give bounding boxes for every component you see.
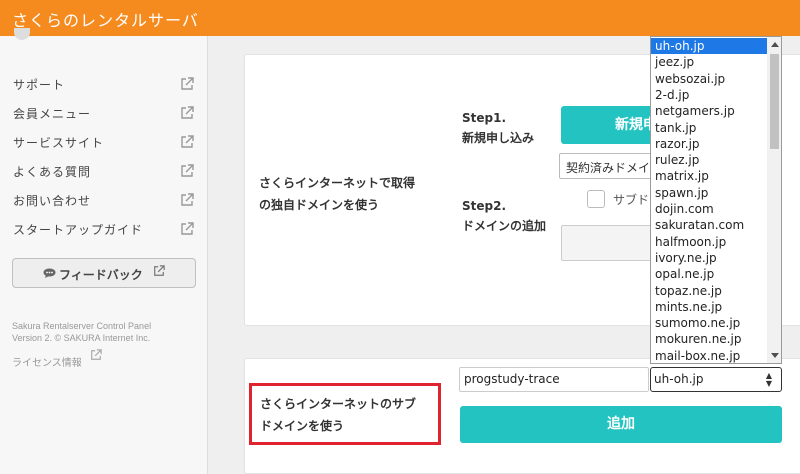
domain-select-value: uh-oh.jp: [654, 372, 704, 386]
sidebar-item-service-site[interactable]: サービスサイト: [0, 128, 208, 157]
step2-label: Step2. ドメインの追加: [462, 196, 546, 236]
step1-label: Step1. 新規申し込み: [462, 108, 534, 148]
domain-option[interactable]: dojin.com: [651, 201, 767, 217]
app-title: さくらのレンタルサーバ: [12, 11, 199, 30]
domain-dropdown-list[interactable]: uh-oh.jp jeez.jp websozai.jp 2-d.jp netg…: [650, 36, 782, 364]
contracted-domain-select[interactable]: 契約済みドメイン: [559, 153, 659, 179]
domain-option[interactable]: websozai.jp: [651, 71, 767, 87]
subdomain-input[interactable]: progstudy-trace: [459, 367, 649, 392]
external-link-icon: [181, 77, 194, 90]
domain-add-input[interactable]: [561, 225, 661, 261]
domain-option[interactable]: mints.ne.jp: [651, 299, 767, 315]
subdomain-checkbox-label: サブド: [613, 193, 650, 207]
domain-option[interactable]: jeez.jp: [651, 54, 767, 70]
license-link[interactable]: ライセンス情報: [12, 354, 82, 369]
domain-option[interactable]: mail-box.ne.jp: [651, 348, 767, 363]
external-link-icon: [181, 193, 194, 206]
domain-option[interactable]: 2-d.jp: [651, 87, 767, 103]
subdomain-label-line: ドメインを使う: [260, 419, 345, 433]
domain-option[interactable]: spawn.jp: [651, 185, 767, 201]
sidebar-item-label: 会員メニュー: [13, 107, 92, 121]
sakura-subdomain-label: さくらインターネットのサブ ドメインを使う: [249, 383, 441, 445]
domain-option[interactable]: halfmoon.jp: [651, 234, 767, 250]
external-link-icon: [181, 222, 194, 235]
feedback-button[interactable]: フィードバック: [12, 258, 196, 288]
add-button[interactable]: 追加: [460, 406, 782, 443]
scroll-down-icon[interactable]: [771, 353, 779, 358]
own-domain-label-line: さくらインターネットで取得: [259, 176, 416, 190]
select-arrows-icon: ▲ ▼: [765, 371, 772, 388]
footer-version: Version 2. © SAKURA Internet Inc.: [12, 333, 151, 343]
domain-option[interactable]: netgamers.jp: [651, 103, 767, 119]
feedback-label: フィードバック: [59, 268, 143, 282]
sidebar-item-startup-guide[interactable]: スタートアップガイド: [0, 215, 208, 244]
avatar: [14, 28, 30, 40]
app-header: さくらのレンタルサーバ: [0, 0, 800, 36]
external-link-icon: [181, 106, 194, 119]
sidebar-item-label: スタートアップガイド: [13, 223, 144, 237]
external-link-icon: [154, 265, 165, 276]
domain-option[interactable]: matrix.jp: [651, 168, 767, 184]
domain-option[interactable]: mokuren.ne.jp: [651, 331, 767, 347]
step2-title: Step2.: [462, 199, 507, 213]
external-link-icon: [181, 164, 194, 177]
step2-subtitle: ドメインの追加: [462, 219, 547, 233]
domain-option[interactable]: razor.jp: [651, 136, 767, 152]
sidebar-item-label: サポート: [13, 78, 66, 92]
sidebar-item-support[interactable]: サポート: [0, 70, 208, 99]
domain-option[interactable]: uh-oh.jp: [651, 38, 767, 55]
domain-option[interactable]: opal.ne.jp: [651, 266, 767, 282]
subdomain-label-line: さくらインターネットのサブ: [260, 397, 417, 411]
own-domain-label-line: の独自ドメインを使う: [259, 198, 380, 212]
domain-option[interactable]: topaz.ne.jp: [651, 283, 767, 299]
step1-subtitle: 新規申し込み: [462, 131, 535, 145]
sidebar-item-member-menu[interactable]: 会員メニュー: [0, 99, 208, 128]
sakura-subdomain-label-text: さくらインターネットのサブ ドメインを使う: [260, 393, 416, 437]
external-link-icon: [91, 349, 102, 360]
domain-select[interactable]: uh-oh.jp ▲ ▼: [650, 367, 782, 392]
sidebar-item-label: よくある質問: [13, 165, 92, 179]
domain-option[interactable]: sumomo.ne.jp: [651, 315, 767, 331]
sidebar: サポート 会員メニュー サービスサイト よくある質問 お問い合わせ スタートアッ…: [0, 28, 208, 474]
domain-option[interactable]: sakuratan.com: [651, 217, 767, 233]
sidebar-item-faq[interactable]: よくある質問: [0, 157, 208, 186]
own-domain-label: さくらインターネットで取得 の独自ドメインを使う: [259, 172, 415, 216]
subdomain-checkbox[interactable]: [587, 190, 605, 208]
scrollbar-thumb[interactable]: [770, 54, 779, 149]
speech-bubble-icon: [43, 268, 56, 278]
scroll-up-icon[interactable]: [771, 42, 779, 47]
domain-option[interactable]: rulez.jp: [651, 152, 767, 168]
dropdown-scrollbar[interactable]: [767, 37, 781, 363]
footer-product-name: Sakura Rentalserver Control Panel: [12, 321, 152, 331]
domain-option[interactable]: tank.jp: [651, 120, 767, 136]
domain-option[interactable]: ivory.ne.jp: [651, 250, 767, 266]
external-link-icon: [181, 135, 194, 148]
sidebar-item-label: お問い合わせ: [13, 194, 92, 208]
step1-title: Step1.: [462, 111, 507, 125]
sidebar-item-label: サービスサイト: [13, 136, 105, 150]
sidebar-item-contact[interactable]: お問い合わせ: [0, 186, 208, 215]
